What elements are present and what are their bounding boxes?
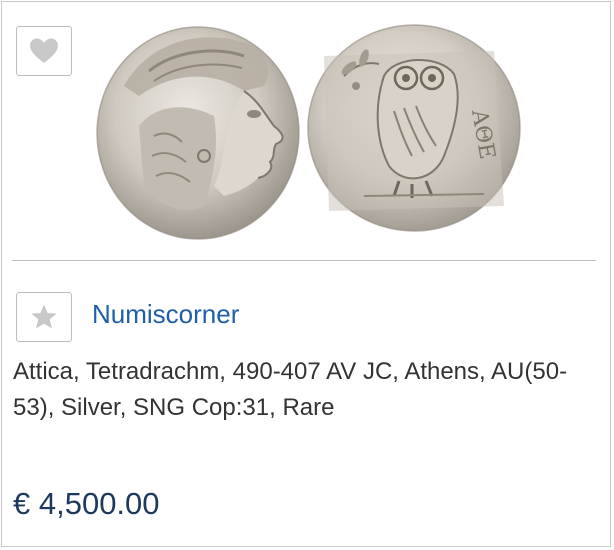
divider xyxy=(12,260,596,261)
coin-image[interactable]: ΑΘΕ xyxy=(94,16,524,246)
item-price: € 4,500.00 xyxy=(13,486,160,521)
favorite-button[interactable] xyxy=(16,26,72,76)
seller-name-link[interactable]: Numiscorner xyxy=(92,296,239,332)
heart-icon xyxy=(30,38,58,63)
star-icon xyxy=(31,304,57,329)
listing-card[interactable]: ΑΘΕ Numiscorner Attica, Tetradrachm, 490… xyxy=(1,1,611,547)
item-description[interactable]: Attica, Tetradrachm, 490-407 AV JC, Athe… xyxy=(13,354,573,426)
coin-reverse: ΑΘΕ xyxy=(307,24,521,232)
coin-obverse xyxy=(96,26,300,240)
seller-favorite-button[interactable] xyxy=(16,292,72,342)
